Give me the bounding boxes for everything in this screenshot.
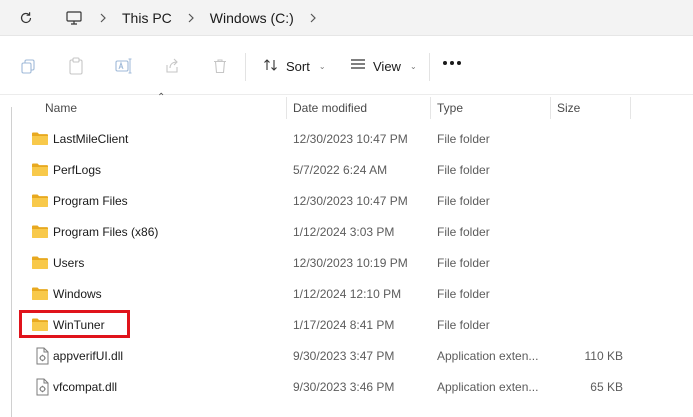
file-date-modified: 12/30/2023 10:47 PM: [293, 194, 408, 208]
column-date-modified[interactable]: Date modified: [293, 95, 367, 121]
address-bar: This PC Windows (C:): [0, 0, 693, 36]
monitor-icon[interactable]: [58, 6, 90, 30]
command-bar: Sort ⌄ View ⌄: [0, 37, 693, 95]
folder-icon: [31, 224, 49, 240]
file-name: LastMileClient: [53, 132, 129, 146]
file-name: Program Files: [53, 194, 128, 208]
file-type: Application exten...: [437, 380, 539, 394]
rename-icon[interactable]: [114, 56, 134, 76]
chevron-down-icon: ⌄: [318, 61, 326, 71]
toolbar-divider: [245, 53, 246, 81]
folder-icon: [31, 317, 49, 333]
chevron-right-icon[interactable]: [300, 6, 326, 30]
folder-icon: [31, 255, 49, 271]
file-name: appverifUI.dll: [53, 349, 124, 363]
column-name[interactable]: Name: [45, 95, 77, 121]
chevron-right-icon[interactable]: [90, 6, 116, 30]
breadcrumb-this-pc[interactable]: This PC: [116, 10, 178, 26]
view-button[interactable]: View ⌄: [350, 55, 417, 77]
file-name: Program Files (x86): [53, 225, 159, 239]
file-size: 110 KB: [584, 349, 623, 363]
delete-icon[interactable]: [210, 56, 230, 76]
file-type: File folder: [437, 318, 490, 332]
toolbar-divider: [429, 53, 430, 81]
folder-icon: [31, 193, 49, 209]
sort-button[interactable]: Sort ⌄: [263, 55, 326, 77]
file-row[interactable]: Program Files (x86) 1/12/2024 3:03 PM File…: [0, 217, 693, 248]
file-type: File folder: [437, 256, 490, 270]
column-type[interactable]: Type: [437, 95, 463, 121]
column-header: Name Date modified Type Size: [0, 95, 693, 121]
file-row[interactable]: Windows 1/12/2024 12:10 PM File folder: [0, 279, 693, 310]
file-type: File folder: [437, 163, 490, 177]
breadcrumb-windows-c[interactable]: Windows (C:): [204, 10, 300, 26]
chevron-down-icon: ⌄: [409, 61, 417, 71]
file-type: File folder: [437, 287, 490, 301]
file-row[interactable]: WinTuner 1/17/2024 8:41 PM File folder: [0, 310, 693, 341]
column-divider[interactable]: [430, 97, 431, 119]
share-icon[interactable]: [162, 56, 182, 76]
file-type: File folder: [437, 225, 490, 239]
file-date-modified: 9/30/2023 3:47 PM: [293, 349, 395, 363]
file-name: Windows: [53, 287, 102, 301]
column-divider[interactable]: [550, 97, 551, 119]
more-icon[interactable]: [443, 61, 461, 65]
file-row[interactable]: Program Files 12/30/2023 10:47 PM File fol…: [0, 186, 693, 217]
sort-label: Sort: [286, 58, 310, 74]
file-type: Application exten...: [437, 349, 539, 363]
file-size: 65 KB: [590, 380, 623, 394]
file-type: File folder: [437, 194, 490, 208]
file-date-modified: 12/30/2023 10:19 PM: [293, 256, 408, 270]
column-size[interactable]: Size: [557, 95, 580, 121]
file-date-modified: 5/7/2022 6:24 AM: [293, 163, 388, 177]
view-icon: [350, 58, 366, 75]
breadcrumb: This PC Windows (C:): [58, 0, 693, 36]
file-date-modified: 9/30/2023 3:46 PM: [293, 380, 395, 394]
refresh-icon[interactable]: [14, 6, 38, 30]
paste-icon[interactable]: [66, 56, 86, 76]
file-name: PerfLogs: [53, 163, 102, 177]
file-row[interactable]: appverifUI.dll 9/30/2023 3:47 PM Applicati…: [0, 341, 693, 372]
file-date-modified: 1/12/2024 12:10 PM: [293, 287, 402, 301]
file-row[interactable]: Users 12/30/2023 10:19 PM File folder: [0, 248, 693, 279]
folder-icon: [31, 162, 49, 178]
file-row[interactable]: vfcompat.dll 9/30/2023 3:46 PM Application…: [0, 372, 693, 403]
file-row[interactable]: PerfLogs 5/7/2022 6:24 AM File folder: [0, 155, 693, 186]
dll-file-icon: [33, 378, 51, 396]
file-date-modified: 1/12/2024 3:03 PM: [293, 225, 395, 239]
file-type: File folder: [437, 132, 490, 146]
file-list: ⌃ Name Date modified Type Size LastMileC…: [0, 92, 693, 417]
file-date-modified: 1/17/2024 8:41 PM: [293, 318, 395, 332]
file-date-modified: 12/30/2023 10:47 PM: [293, 132, 408, 146]
sort-icon: [263, 57, 279, 76]
column-divider[interactable]: [630, 97, 631, 119]
folder-icon: [31, 131, 49, 147]
file-row[interactable]: LastMileClient 12/30/2023 10:47 PM File fo…: [0, 124, 693, 155]
view-label: View: [373, 58, 401, 74]
file-name: vfcompat.dll: [53, 380, 118, 394]
chevron-right-icon[interactable]: [178, 6, 204, 30]
dll-file-icon: [33, 347, 51, 365]
file-name: WinTuner: [53, 318, 105, 332]
column-divider[interactable]: [286, 97, 287, 119]
file-name: Users: [53, 256, 85, 270]
copy-icon[interactable]: [18, 56, 38, 76]
folder-icon: [31, 286, 49, 302]
